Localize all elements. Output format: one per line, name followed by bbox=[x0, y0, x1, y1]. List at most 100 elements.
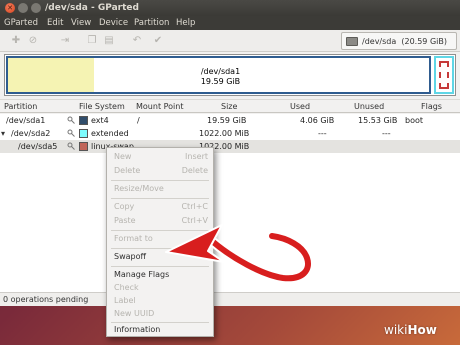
resize-icon[interactable]: ⇥ bbox=[59, 35, 71, 47]
column-size[interactable]: Size bbox=[221, 102, 237, 112]
menu-item-shortcut: Delete bbox=[181, 166, 208, 175]
gparted-window: ✕ /dev/sda - GParted GParted Edit View D… bbox=[0, 0, 460, 306]
menu-separator bbox=[111, 230, 209, 231]
file-system: extended bbox=[91, 129, 129, 138]
file-system: ext4 bbox=[91, 116, 109, 125]
menu-partition[interactable]: Partition bbox=[134, 18, 169, 28]
paste-icon[interactable]: ▤ bbox=[103, 35, 115, 47]
key-icon bbox=[67, 129, 75, 137]
status-text: 0 operations pending bbox=[3, 295, 89, 304]
menu-help[interactable]: Help bbox=[176, 18, 195, 28]
unused-value: 15.53 GiB bbox=[358, 116, 398, 125]
partition-table: /dev/sda1 ext4 / 19.59 GiB 4.06 GiB 15.5… bbox=[0, 114, 460, 292]
menu-item-delete[interactable]: Delete Delete bbox=[107, 165, 213, 177]
used-value: 4.06 GiB bbox=[300, 116, 335, 125]
partition-block-size: 19.59 GiB bbox=[200, 77, 241, 86]
column-file-system[interactable]: File System bbox=[79, 102, 125, 112]
menu-item-information[interactable]: Information bbox=[107, 324, 213, 336]
menu-item-resize-move[interactable]: Resize/Move bbox=[107, 183, 213, 195]
fs-color-swatch bbox=[79, 116, 88, 125]
menu-item-label: Format to bbox=[114, 234, 153, 243]
menu-item-label: Swapoff bbox=[114, 252, 147, 261]
menu-separator bbox=[111, 266, 209, 267]
fs-color-swatch bbox=[79, 129, 88, 138]
partition-name: /dev/sda5 bbox=[18, 142, 58, 151]
menu-item-swapoff[interactable]: Swapoff bbox=[107, 251, 213, 263]
menu-item-new[interactable]: New Insert bbox=[107, 151, 213, 163]
menu-item-manage-flags[interactable]: Manage Flags bbox=[107, 269, 213, 281]
menu-item-label: Delete bbox=[114, 166, 141, 175]
menu-view[interactable]: View bbox=[71, 18, 91, 28]
partition-name: /dev/sda1 bbox=[6, 116, 46, 125]
menu-separator bbox=[111, 180, 209, 181]
menu-item-label: Check bbox=[114, 283, 139, 292]
expander-icon[interactable]: ▾ bbox=[1, 128, 5, 139]
column-mount-point[interactable]: Mount Point bbox=[136, 102, 183, 112]
undo-icon[interactable]: ↶ bbox=[131, 35, 143, 47]
menu-item-label-partition[interactable]: Label bbox=[107, 295, 213, 307]
menu-item-label: Resize/Move bbox=[114, 184, 164, 193]
wikihow-watermark: wikiHow bbox=[384, 323, 437, 337]
column-flags[interactable]: Flags bbox=[421, 102, 442, 112]
menu-item-format-to[interactable]: Format to bbox=[107, 233, 213, 245]
new-icon[interactable]: ✚ bbox=[10, 35, 22, 47]
menu-item-label: Manage Flags bbox=[114, 270, 170, 279]
device-name: /dev/sda bbox=[362, 37, 397, 46]
maximize-button[interactable] bbox=[31, 3, 41, 13]
close-button[interactable]: ✕ bbox=[5, 3, 15, 13]
menu-item-paste[interactable]: Paste Ctrl+V bbox=[107, 215, 213, 227]
minimize-button[interactable] bbox=[18, 3, 28, 13]
unused-value: --- bbox=[382, 129, 391, 138]
menu-item-copy[interactable]: Copy Ctrl+C bbox=[107, 201, 213, 213]
menu-item-shortcut: Ctrl+V bbox=[181, 216, 208, 225]
key-icon bbox=[67, 142, 75, 150]
fs-color-swatch bbox=[79, 142, 88, 151]
device-selector[interactable]: /dev/sda (20.59 GiB) bbox=[341, 32, 457, 50]
menu-device[interactable]: Device bbox=[99, 18, 128, 28]
apply-icon[interactable]: ✔ bbox=[152, 35, 164, 47]
menu-item-new-uuid[interactable]: New UUID bbox=[107, 308, 213, 320]
table-row[interactable]: ▾ /dev/sda2 extended 1022.00 MiB --- --- bbox=[0, 127, 460, 140]
copy-icon[interactable]: ❐ bbox=[86, 35, 98, 47]
flags-value: boot bbox=[405, 116, 424, 125]
partition-graphic: /dev/sda1 19.59 GiB bbox=[4, 54, 456, 96]
column-used[interactable]: Used bbox=[290, 102, 310, 112]
partition-block-swap[interactable] bbox=[439, 61, 449, 89]
partition-block-name: /dev/sda1 bbox=[200, 67, 241, 76]
menu-separator bbox=[111, 248, 209, 249]
menu-item-label: New bbox=[114, 152, 132, 161]
partition-name: /dev/sda2 bbox=[11, 129, 51, 138]
menu-separator bbox=[111, 198, 209, 199]
menu-item-label: Paste bbox=[114, 216, 136, 225]
size-value: 1022.00 MiB bbox=[199, 129, 250, 138]
partition-block-extended[interactable] bbox=[434, 56, 454, 94]
status-bar: 0 operations pending bbox=[0, 292, 460, 306]
menu-separator bbox=[111, 322, 209, 323]
context-menu: New Insert Delete Delete Resize/Move Cop… bbox=[106, 147, 214, 337]
toolbar: ✚ ⊘ ⇥ ❐ ▤ ↶ ✔ /dev/sda (20.59 GiB) bbox=[0, 30, 460, 52]
table-row[interactable]: /dev/sda1 ext4 / 19.59 GiB 4.06 GiB 15.5… bbox=[0, 114, 460, 127]
menu-edit[interactable]: Edit bbox=[47, 18, 63, 28]
size-value: 19.59 GiB bbox=[207, 116, 247, 125]
menu-item-check[interactable]: Check bbox=[107, 282, 213, 294]
menu-bar: GParted Edit View Device Partition Help bbox=[0, 16, 460, 30]
partition-block-sda1[interactable]: /dev/sda1 19.59 GiB bbox=[6, 56, 431, 94]
title-bar: ✕ /dev/sda - GParted bbox=[0, 0, 460, 16]
menu-item-label: Copy bbox=[114, 202, 135, 211]
menu-item-shortcut: Ctrl+C bbox=[181, 202, 208, 211]
mount-point: / bbox=[137, 116, 140, 125]
key-icon bbox=[67, 116, 75, 124]
delete-icon[interactable]: ⊘ bbox=[27, 35, 39, 47]
device-size: (20.59 GiB) bbox=[401, 37, 447, 46]
table-row-selected[interactable]: /dev/sda5 linux-swap 1022.00 MiB bbox=[0, 140, 460, 153]
table-header: Partition File System Mount Point Size U… bbox=[0, 99, 460, 113]
disk-icon bbox=[346, 37, 358, 46]
menu-item-shortcut: Insert bbox=[185, 152, 208, 161]
window-title: /dev/sda - GParted bbox=[45, 3, 139, 13]
menu-item-label: New UUID bbox=[114, 309, 155, 318]
column-unused[interactable]: Unused bbox=[354, 102, 384, 112]
menu-item-label: Label bbox=[114, 296, 136, 305]
column-partition[interactable]: Partition bbox=[4, 102, 37, 112]
menu-gparted[interactable]: GParted bbox=[4, 18, 38, 28]
menu-item-label: Information bbox=[114, 325, 161, 334]
